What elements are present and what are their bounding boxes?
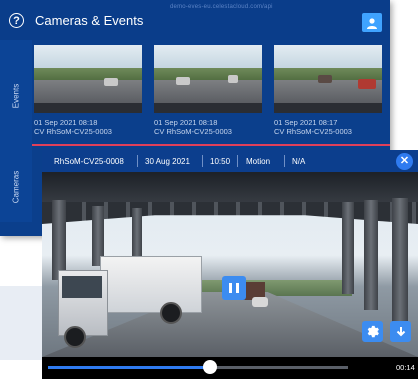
tab-cameras[interactable]: Cameras bbox=[0, 152, 32, 222]
close-button[interactable]: ✕ bbox=[396, 153, 413, 170]
gear-icon bbox=[367, 325, 379, 338]
tab-events[interactable]: Events bbox=[0, 40, 32, 152]
event-thumbnail-3[interactable] bbox=[274, 45, 382, 113]
settings-button[interactable] bbox=[362, 321, 383, 342]
thumbnail-meta-1: 01 Sep 2021 08:18 CV RhSoM-CV25-0003 bbox=[34, 118, 112, 136]
thumbnail-camera: CV RhSoM-CV25-0003 bbox=[154, 127, 232, 136]
progress-fill bbox=[48, 366, 210, 369]
tab-events-label: Events bbox=[11, 83, 21, 109]
thumbnail-date: 01 Sep 2021 08:17 bbox=[274, 118, 338, 127]
close-icon: ✕ bbox=[399, 155, 410, 167]
thumbnail-date: 01 Sep 2021 08:18 bbox=[34, 118, 98, 127]
pause-icon bbox=[227, 283, 241, 293]
progress-handle[interactable] bbox=[203, 360, 217, 374]
pause-button[interactable] bbox=[222, 276, 246, 300]
video-player: RhSoM-CV25-0008 30 Aug 2021 10:50 Motion… bbox=[42, 150, 418, 379]
event-thumbnail-2[interactable] bbox=[154, 45, 262, 113]
page-title: Cameras & Events bbox=[35, 13, 144, 28]
thumbnail-camera: CV RhSoM-CV25-0003 bbox=[34, 127, 112, 136]
thumbnail-date: 01 Sep 2021 08:18 bbox=[154, 118, 218, 127]
background-panel bbox=[0, 286, 42, 360]
download-button[interactable] bbox=[390, 321, 411, 342]
download-icon bbox=[396, 326, 405, 336]
extra-info: N/A bbox=[292, 157, 306, 166]
current-time: 00:14 bbox=[396, 363, 415, 372]
user-icon bbox=[367, 17, 377, 29]
tab-cameras-label: Cameras bbox=[11, 170, 21, 204]
player-info-bar: RhSoM-CV25-0008 30 Aug 2021 10:50 Motion… bbox=[42, 150, 418, 172]
section-divider bbox=[32, 144, 390, 146]
recording-date: 30 Aug 2021 bbox=[145, 157, 190, 166]
thumbnail-camera: CV RhSoM-CV25-0003 bbox=[274, 127, 352, 136]
help-icon[interactable]: ? bbox=[9, 13, 24, 28]
event-type: Motion bbox=[246, 157, 271, 166]
thumbnail-meta-3: 01 Sep 2021 08:17 CV RhSoM-CV25-0003 bbox=[274, 118, 352, 136]
panel-header: ? Cameras & Events demo-eves-eu.celestac… bbox=[0, 0, 390, 40]
device-id: RhSoM-CV25-0008 bbox=[54, 157, 124, 166]
progress-slider[interactable] bbox=[48, 360, 348, 374]
thumbnail-meta-2: 01 Sep 2021 08:18 CV RhSoM-CV25-0003 bbox=[154, 118, 232, 136]
user-button[interactable] bbox=[362, 13, 382, 32]
api-url-text: demo-eves-eu.celestacloud.com/api bbox=[170, 4, 273, 10]
recording-time: 10:50 bbox=[210, 157, 231, 166]
event-thumbnail-1[interactable] bbox=[34, 45, 142, 113]
